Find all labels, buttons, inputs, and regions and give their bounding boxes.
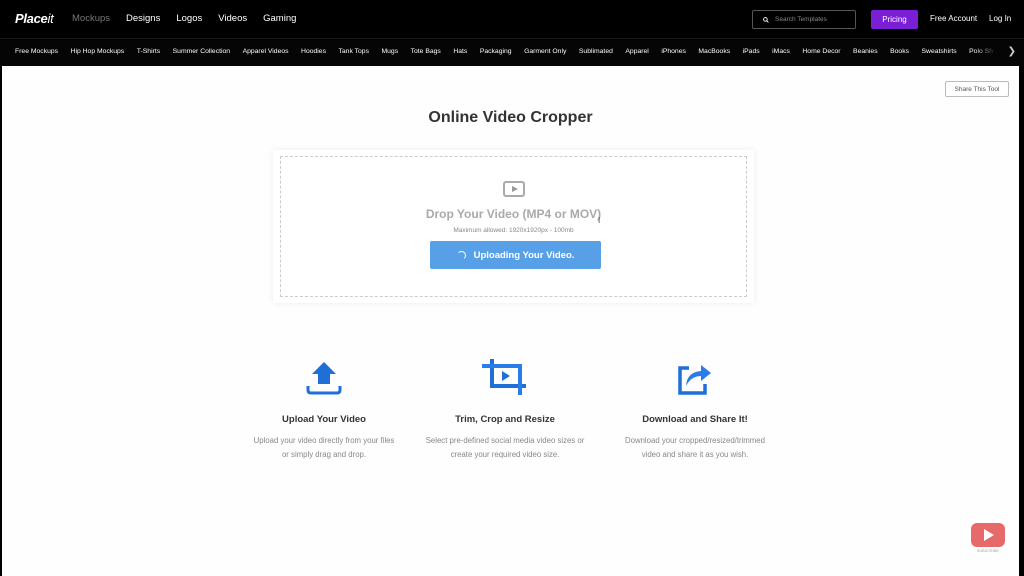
main-content: Share This Tool Online Video Cropper Dro… [2, 66, 1019, 576]
category-link[interactable]: Free Mockups [15, 48, 58, 55]
upload-icon [306, 362, 342, 395]
category-link[interactable]: Beanies [853, 48, 878, 55]
nav-designs[interactable]: Designs [126, 13, 160, 24]
search-box[interactable] [752, 10, 856, 29]
nav-videos[interactable]: Videos [218, 13, 247, 24]
logo-text: Place [15, 11, 48, 26]
feature-trim-crop: Trim, Crop and Resize Select pre-defined… [415, 356, 595, 462]
feature-upload: Upload Your Video Upload your video dire… [234, 356, 414, 462]
pricing-button[interactable]: Pricing [871, 10, 918, 29]
category-link[interactable]: MacBooks [698, 48, 730, 55]
category-link[interactable]: Garment Only [524, 48, 566, 55]
share-tool-button[interactable]: Share This Tool [945, 81, 1009, 97]
category-link[interactable]: Hoodies [301, 48, 326, 55]
video-dropzone[interactable]: Drop Your Video (MP4 or MOV) Maximum all… [280, 156, 747, 297]
category-link[interactable]: Sublimated [579, 48, 613, 55]
video-play-icon [502, 181, 525, 197]
youtube-subscribe-icon[interactable] [971, 523, 1005, 547]
category-link[interactable]: Mugs [381, 48, 398, 55]
nav-mockups[interactable]: Mockups [72, 13, 110, 24]
logo-text-suffix: it [47, 11, 54, 26]
upload-status: Uploading Your Video. [473, 249, 575, 261]
category-link[interactable]: Apparel Videos [243, 48, 289, 55]
category-link[interactable]: Packaging [480, 48, 512, 55]
uploading-button[interactable]: Uploading Your Video. [430, 241, 601, 269]
text-cursor-icon: I [598, 216, 601, 225]
category-link[interactable]: iMacs [772, 48, 790, 55]
login-link[interactable]: Log In [989, 14, 1011, 23]
category-link[interactable]: Sweatshirts [922, 48, 957, 55]
upload-card: Drop Your Video (MP4 or MOV) Maximum all… [273, 150, 754, 303]
chevron-right-icon[interactable]: ❯ [1008, 46, 1016, 57]
nav-gaming[interactable]: Gaming [263, 13, 296, 24]
category-link[interactable]: Home Decor [802, 48, 840, 55]
top-navbar: Placeit Mockups Designs Logos Videos Gam… [0, 0, 1024, 39]
free-account-link[interactable]: Free Account [930, 14, 977, 23]
nav-logos[interactable]: Logos [176, 13, 202, 24]
crop-video-icon [482, 359, 526, 395]
subscribe-label: SUBSCRIBE [976, 549, 1000, 553]
search-input[interactable] [775, 16, 855, 23]
category-link[interactable]: Hats [453, 48, 467, 55]
page-title: Online Video Cropper [428, 109, 593, 126]
feature-desc: Download your cropped/resized/trimmed vid… [625, 436, 765, 459]
feature-title: Trim, Crop and Resize [455, 414, 555, 425]
search-icon [763, 16, 769, 23]
category-list: Free Mockups Hip Hop Mockups T-Shirts Summe… [15, 48, 1005, 55]
max-allowed-text: Maximum allowed: 1920x1920px - 100mb [453, 227, 574, 234]
category-link[interactable]: Hip Hop Mockups [71, 48, 125, 55]
feature-title: Download and Share It! [642, 414, 748, 425]
category-link[interactable]: Apparel [625, 48, 648, 55]
category-link[interactable]: Tank Tops [338, 48, 368, 55]
main-nav: Mockups Designs Logos Videos Gaming [72, 13, 312, 24]
feature-desc: Upload your video directly from your fil… [253, 436, 395, 459]
category-link[interactable]: Tote Bags [411, 48, 441, 55]
category-link[interactable]: iPhones [661, 48, 686, 55]
category-link[interactable]: Summer Collection [173, 48, 230, 55]
spinner-icon [456, 250, 466, 260]
category-link[interactable]: iPads [743, 48, 760, 55]
feature-title: Upload Your Video [282, 414, 366, 425]
feature-desc: Select pre-defined social media video si… [425, 436, 585, 459]
drop-title: Drop Your Video (MP4 or MOV) [425, 207, 602, 221]
category-link[interactable]: Books [890, 48, 909, 55]
category-link[interactable]: T-Shirts [137, 48, 160, 55]
category-nav: Free Mockups Hip Hop Mockups T-Shirts Summe… [0, 40, 1024, 66]
share-export-icon [678, 365, 711, 395]
placeit-logo[interactable]: Placeit [15, 11, 54, 26]
feature-download-share: Download and Share It! Download your cro… [605, 356, 785, 462]
